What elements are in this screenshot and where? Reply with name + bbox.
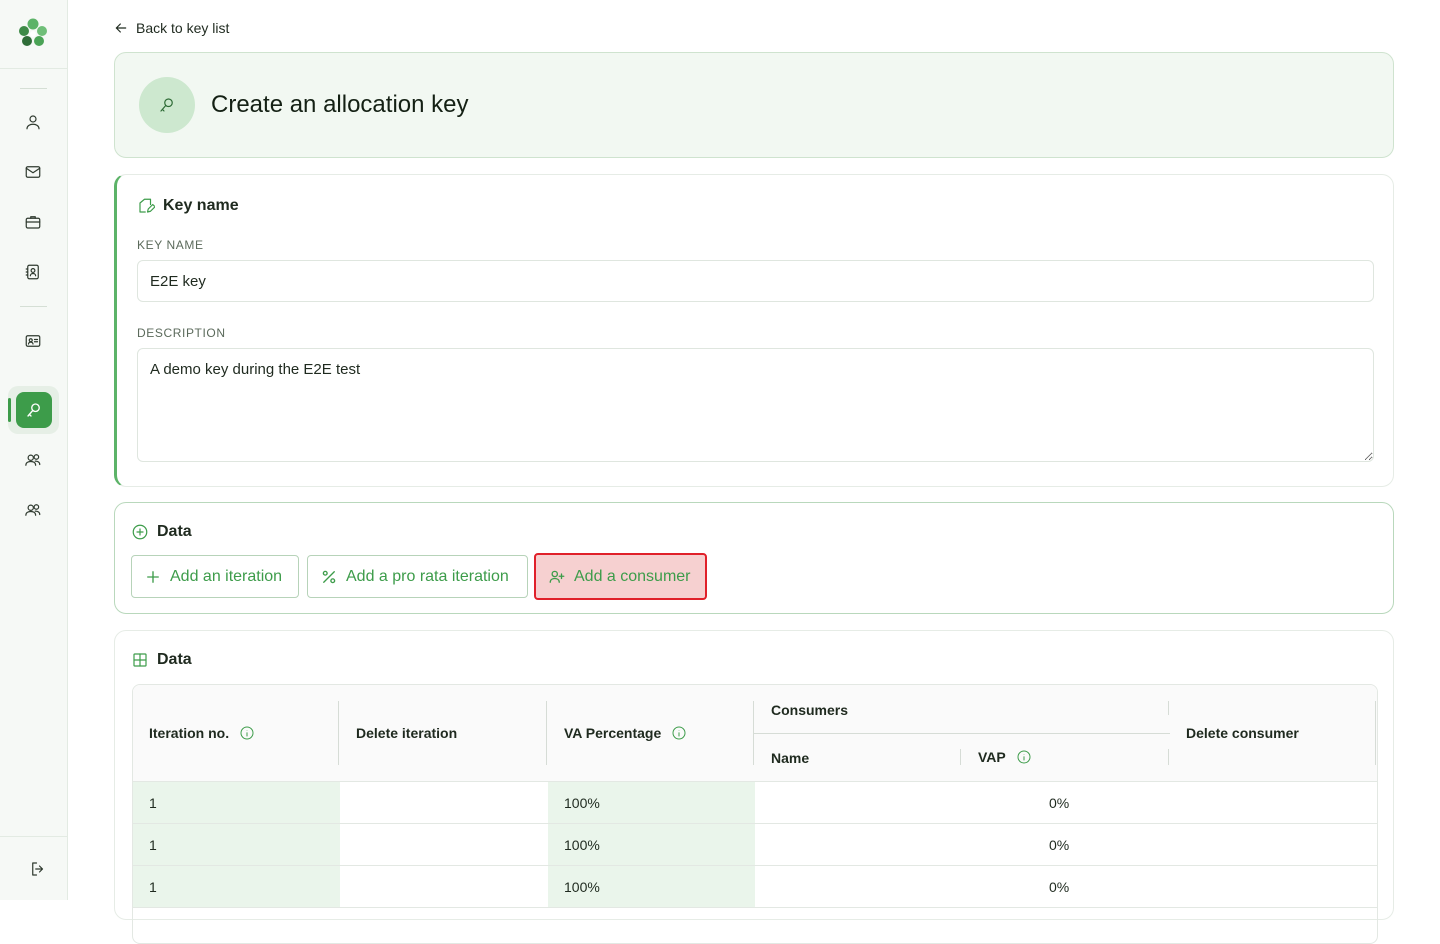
add-pro-rata-iteration-button[interactable]: Add a pro rata iteration (307, 555, 528, 598)
sidebar-item-allocation-keys[interactable] (16, 392, 52, 428)
table-grid-icon (133, 653, 147, 667)
column-separator[interactable] (338, 701, 339, 765)
clover-logo-icon[interactable] (16, 16, 50, 50)
cell-va-percentage: 100% (548, 782, 755, 823)
back-link-label: Back to key list (136, 20, 230, 36)
cell-vap: 0% (1049, 836, 1070, 853)
header-va-percentage: VA Percentage (564, 725, 687, 741)
logout-icon[interactable] (27, 858, 49, 880)
team-icon[interactable] (22, 499, 44, 521)
add-consumer-button[interactable]: Add a consumer (534, 553, 707, 600)
cell-va-percentage: 100% (548, 866, 755, 907)
mail-icon[interactable] (22, 161, 44, 183)
page-title: Create an allocation key (211, 91, 469, 118)
sidebar-separator (20, 306, 47, 307)
column-separator[interactable] (1168, 701, 1169, 715)
table-row: 1 100% 0% (133, 824, 1377, 866)
users-icon[interactable] (22, 449, 44, 471)
column-separator[interactable] (1375, 701, 1376, 765)
user-icon[interactable] (22, 111, 44, 133)
sidebar-separator (20, 88, 47, 89)
sidebar (0, 0, 68, 900)
table-row: 1 100% 0% (133, 866, 1377, 908)
contact-book-icon[interactable] (22, 261, 44, 283)
description-textarea[interactable]: A demo key during the E2E test (137, 348, 1374, 462)
cell-iteration: 1 (133, 824, 340, 865)
header-group-divider (754, 733, 1170, 734)
add-user-icon (549, 570, 565, 583)
key-name-input[interactable] (137, 260, 1374, 302)
sidebar-divider (0, 836, 67, 837)
data-table-section-title: Data (131, 651, 192, 669)
key-icon (139, 77, 195, 133)
cell-vap: 0% (1049, 878, 1070, 895)
key-name-label: KEY NAME (137, 238, 204, 252)
description-label: DESCRIPTION (137, 326, 226, 340)
data-table-card: Data Iteration no. Delete iteration VA P… (114, 630, 1394, 944)
sidebar-divider (0, 68, 67, 69)
header-consumers: Consumers (771, 702, 849, 718)
info-icon[interactable] (1016, 749, 1032, 765)
plus-icon (147, 570, 159, 583)
header-name: Name (771, 750, 810, 766)
cell-iteration: 1 (133, 866, 340, 907)
back-to-key-list-link[interactable]: Back to key list (113, 20, 229, 36)
header-iteration-no: Iteration no. (149, 725, 255, 741)
column-separator[interactable] (1168, 749, 1169, 765)
data-actions-card: Data Add an iteration Add a pro rata ite… (114, 502, 1394, 614)
cell-va-percentage: 100% (548, 824, 755, 865)
plus-circle-icon (132, 524, 148, 540)
briefcase-icon[interactable] (22, 211, 44, 233)
page-header: Create an allocation key (114, 52, 1394, 158)
column-separator[interactable] (960, 749, 961, 765)
cell-vap: 0% (1049, 794, 1070, 811)
table-row: 1 100% 0% (133, 782, 1377, 824)
sidebar-active-indicator (8, 398, 11, 422)
header-vap: VAP (978, 749, 1032, 765)
header-delete-consumer: Delete consumer (1186, 725, 1299, 741)
key-name-card: Key name KEY NAME DESCRIPTION A demo key… (114, 174, 1394, 487)
cell-iteration: 1 (133, 782, 340, 823)
key-icon (27, 403, 40, 417)
allocation-table: Iteration no. Delete iteration VA Percen… (132, 684, 1378, 944)
data-actions-section-title: Data (131, 523, 192, 541)
arrow-left-icon (115, 23, 127, 33)
id-card-icon[interactable] (22, 330, 44, 352)
percent-icon (322, 570, 336, 583)
info-icon[interactable] (671, 725, 687, 741)
info-icon[interactable] (239, 725, 255, 741)
add-iteration-button[interactable]: Add an iteration (131, 555, 299, 598)
column-separator[interactable] (546, 701, 547, 765)
table-header: Iteration no. Delete iteration VA Percen… (133, 685, 1377, 782)
key-name-section-title: Key name (137, 197, 239, 215)
edit-tag-icon (139, 198, 155, 213)
header-delete-iteration: Delete iteration (356, 725, 458, 741)
